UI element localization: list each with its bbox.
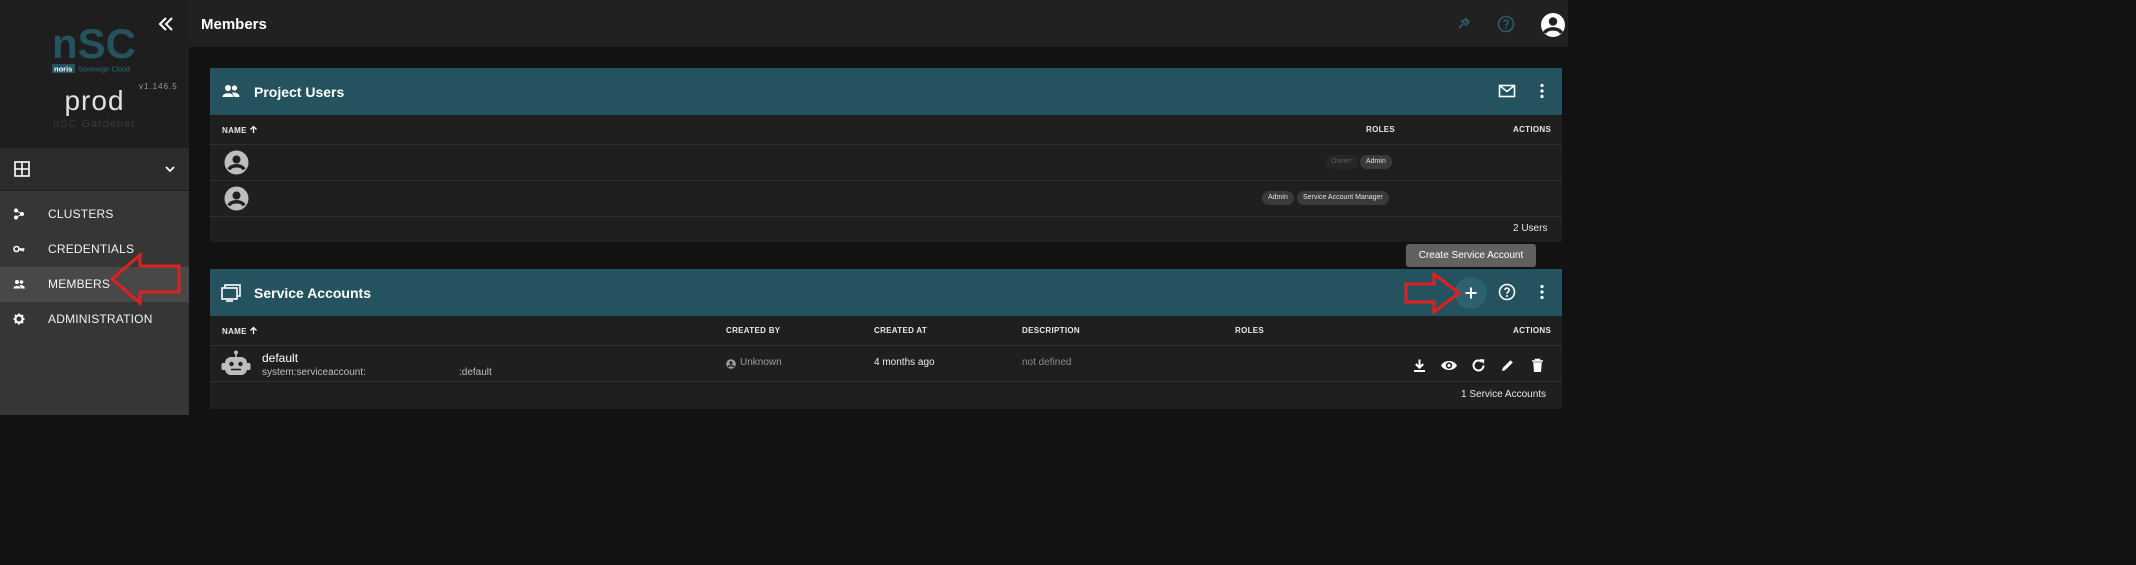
service-account-name: default (262, 351, 299, 365)
service-accounts-title: Service Accounts (254, 285, 371, 301)
column-name-header[interactable]: NAME (222, 125, 258, 135)
gear-icon (13, 313, 25, 325)
service-account-id-suffix: :default (459, 367, 492, 378)
user-avatar-icon (224, 186, 249, 211)
monitor-icon (221, 284, 241, 302)
nav-item-administration[interactable]: ADMINISTRATION (0, 302, 189, 337)
environment-name: prod (64, 85, 125, 116)
table-row[interactable]: Owner Admin (210, 145, 1562, 180)
more-vert-icon (1540, 83, 1544, 99)
group-icon (222, 85, 240, 97)
help-icon (1497, 15, 1515, 33)
delete-service-account-button[interactable] (1530, 358, 1545, 373)
table-row[interactable]: default system:serviceaccount: :default … (210, 346, 1562, 381)
table-row[interactable]: Admin Service Account Manager (210, 181, 1562, 216)
service-account-id-prefix: system:serviceaccount: (262, 367, 366, 378)
plus-icon (1465, 287, 1477, 299)
column-roles-header: ROLES (1366, 125, 1396, 134)
help-button[interactable] (1497, 15, 1515, 33)
account-button[interactable] (1538, 12, 1568, 38)
service-accounts-count: 1 Service Accounts (1461, 389, 1547, 400)
role-chip-service-account-manager: Service Account Manager (1297, 191, 1389, 205)
user-avatar-icon (224, 150, 249, 175)
logo-brand: nSC (52, 22, 136, 67)
logo-area: nSC noris Sovereign Cloud v1.146.5 prod … (0, 0, 189, 148)
project-users-menu-button[interactable] (1533, 82, 1551, 100)
project-users-title: Project Users (254, 84, 345, 100)
pencil-icon (1502, 360, 1513, 371)
members-icon (13, 280, 25, 289)
eye-icon (1441, 361, 1457, 370)
service-accounts-menu-button[interactable] (1533, 283, 1551, 301)
environment-subtitle: nSC Gardener (53, 118, 136, 130)
column-name-label: NAME (222, 327, 247, 336)
download-kubeconfig-button[interactable] (1412, 358, 1427, 373)
pin-icon (1458, 17, 1470, 29)
collapse-sidebar-button[interactable] (156, 14, 176, 34)
role-chip-owner: Owner (1325, 155, 1358, 169)
annotation-arrow-left-icon (109, 252, 181, 306)
project-users-header: Project Users (210, 68, 1562, 115)
users-count: 2 Users (1513, 223, 1548, 234)
account-circle-icon (1541, 13, 1565, 37)
pin-button[interactable] (1457, 16, 1471, 30)
column-actions-header: ACTIONS (1513, 125, 1552, 134)
arrow-up-icon (250, 326, 258, 334)
project-selector[interactable] (0, 148, 189, 191)
logo-tag-word: noris (54, 65, 72, 74)
annotation-arrow-right-icon (1404, 272, 1462, 314)
double-chevron-left-icon (158, 17, 173, 31)
service-accounts-header: Service Accounts (210, 269, 1562, 316)
row-divider (210, 381, 1562, 382)
logo-tag-text: Sovereign Cloud (78, 67, 130, 74)
rotate-secret-button[interactable] (1471, 358, 1486, 373)
column-name-label: NAME (222, 126, 247, 135)
column-actions-header: ACTIONS (1513, 326, 1552, 335)
create-service-account-tooltip: Create Service Account (1406, 244, 1536, 267)
robot-icon (221, 350, 251, 375)
role-chip-admin: Admin (1360, 155, 1392, 169)
column-roles-header: ROLES (1235, 326, 1265, 335)
project-users-card: Project Users NAME ROLES ACTIONS Owner A… (210, 68, 1562, 242)
edit-service-account-button[interactable] (1500, 358, 1515, 373)
row-divider (210, 216, 1562, 217)
invite-mail-button[interactable] (1498, 82, 1516, 100)
nsc-logo: nSC noris Sovereign Cloud (52, 22, 136, 74)
nav-item-clusters[interactable]: CLUSTERS (0, 197, 189, 232)
role-chip-admin: Admin (1262, 191, 1294, 205)
mail-icon (1498, 84, 1516, 98)
arrow-up-icon (250, 125, 258, 133)
nav-label-clusters: CLUSTERS (48, 207, 114, 221)
service-accounts-card: Service Accounts NAME CREATED BY CREATED… (210, 269, 1562, 409)
column-name-header[interactable]: NAME (222, 326, 258, 336)
download-icon (1414, 359, 1425, 372)
page-title: Members (201, 16, 267, 33)
nav-label-members: MEMBERS (48, 277, 111, 291)
created-at-value: 4 months ago (874, 357, 935, 368)
column-created-at-header: CREATED AT (874, 326, 928, 335)
trash-icon (1532, 358, 1543, 372)
chevron-down-icon (165, 166, 175, 173)
view-service-account-button[interactable] (1440, 358, 1458, 373)
clusters-icon (14, 208, 24, 220)
user-small-icon (726, 359, 736, 369)
service-accounts-help-button[interactable] (1498, 283, 1516, 301)
column-created-by-header: CREATED BY (726, 326, 781, 335)
refresh-icon (1472, 359, 1485, 372)
grid-icon (14, 161, 30, 177)
sidebar: nSC noris Sovereign Cloud v1.146.5 prod … (0, 0, 189, 415)
column-description-header: DESCRIPTION (1022, 326, 1080, 335)
key-icon (13, 245, 25, 253)
nav-label-administration: ADMINISTRATION (48, 312, 153, 326)
topbar: Members (189, 0, 1568, 47)
help-icon (1498, 283, 1516, 301)
more-vert-icon (1540, 284, 1544, 300)
description-value: not defined (1022, 357, 1072, 368)
created-by-value: Unknown (740, 357, 782, 368)
